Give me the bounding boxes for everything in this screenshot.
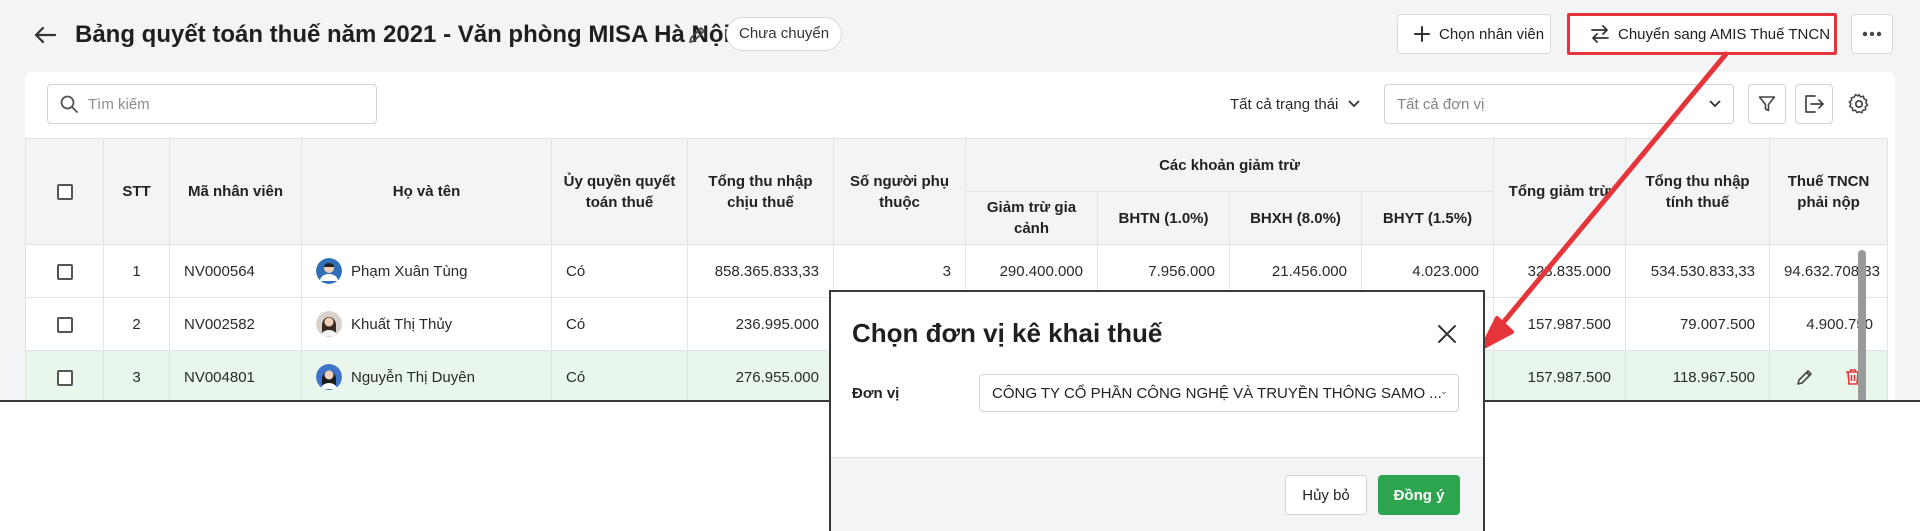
row-checkbox[interactable]	[56, 263, 73, 280]
cell-taxable-income: 79.007.500	[1625, 297, 1771, 351]
cell-taxable-income: 118.967.500	[1625, 350, 1771, 400]
employee-name: Phạm Xuân Tùng	[351, 262, 468, 280]
search-input[interactable]	[88, 95, 358, 113]
arrow-left-icon	[34, 26, 56, 44]
cell-authorized: Có	[551, 297, 688, 351]
gear-icon	[1848, 93, 1869, 114]
export-button[interactable]	[1795, 84, 1833, 124]
filter-button[interactable]	[1748, 84, 1786, 124]
choose-tax-unit-dialog: Chọn đơn vị kê khai thuế Đơn vị CÔNG TY …	[829, 290, 1485, 531]
cell-full-name: Nguyễn Thị Duyên	[301, 350, 552, 400]
dialog-footer: Hủy bỏ Đồng ý	[831, 457, 1483, 531]
vertical-scrollbar[interactable]	[1858, 250, 1866, 400]
row-checkbox[interactable]	[56, 316, 73, 333]
cell-total-deduction: 157.987.500	[1493, 297, 1627, 351]
settings-button[interactable]	[1840, 84, 1878, 124]
search-icon	[60, 95, 78, 113]
select-all-checkbox[interactable]	[56, 184, 73, 201]
header-deductions-group: Các khoản giảm trừ	[964, 138, 1495, 192]
back-button[interactable]	[30, 20, 60, 50]
export-icon	[1805, 95, 1824, 113]
transfer-label: Chuyển sang AMIS Thuế TNCN	[1618, 25, 1831, 43]
row-select[interactable]	[25, 297, 104, 351]
cell-tax-payable: 94.632.708,33	[1769, 244, 1889, 298]
header-bhxh: BHXH (8.0%)	[1229, 191, 1362, 245]
avatar	[316, 311, 342, 337]
cell-stt: 3	[103, 350, 170, 400]
cell-taxable-income: 534.530.833,33	[1625, 244, 1771, 298]
plus-icon	[1414, 26, 1430, 42]
header-bhtn: BHTN (1.0%)	[1097, 191, 1230, 245]
close-icon	[1438, 325, 1456, 343]
swap-arrows-icon	[1591, 25, 1609, 43]
dialog-title: Chọn đơn vị kê khai thuế	[852, 318, 1163, 348]
funnel-icon	[1758, 96, 1776, 112]
header-total-taxable-income: Tổng thu nhập chịu thuế	[687, 138, 834, 245]
cell-authorized: Có	[551, 244, 688, 298]
status-filter-label: Tất cả trạng thái	[1230, 95, 1339, 113]
header-taxable-income: Tổng thu nhập tính thuế	[1625, 138, 1771, 245]
cell-row-actions	[1769, 350, 1889, 400]
page-title: Bảng quyết toán thuế năm 2021 - Văn phòn…	[75, 21, 731, 48]
more-horizontal-icon	[1862, 31, 1882, 37]
unit-select[interactable]: CÔNG TY CỔ PHẦN CÔNG NGHỆ VÀ TRUYỀN THÔN…	[979, 374, 1459, 412]
avatar	[316, 258, 342, 284]
header-bhyt: BHYT (1.5%)	[1360, 191, 1495, 245]
cell-tax-payable: 4.900.750	[1769, 297, 1889, 351]
page-header: Bảng quyết toán thuế năm 2021 - Văn phòn…	[0, 0, 1920, 68]
cell-full-name: Phạm Xuân Tùng	[301, 244, 552, 298]
header-stt: STT	[103, 138, 170, 245]
header-employee-code: Mã nhân viên	[169, 138, 302, 245]
header-tax-payable: Thuế TNCN phải nộp	[1769, 138, 1889, 245]
cancel-button[interactable]: Hủy bỏ	[1285, 475, 1367, 515]
status-badge: Chưa chuyển	[726, 17, 843, 51]
cell-employee-code: NV004801	[169, 350, 302, 400]
cell-employee-code: NV002582	[169, 297, 302, 351]
close-dialog-button[interactable]	[1433, 320, 1461, 348]
unit-filter-dropdown[interactable]: Tất cả đơn vị	[1384, 84, 1734, 124]
pencil-icon	[689, 27, 705, 43]
cell-total-taxable-income: 236.995.000	[687, 297, 834, 351]
transfer-to-amis-button[interactable]: Chuyển sang AMIS Thuế TNCN	[1567, 13, 1837, 55]
edit-title-button[interactable]	[684, 22, 710, 48]
header-dependents: Số người phụ thuộc	[833, 138, 966, 245]
header-family-deduction: Giảm trừ gia cảnh	[965, 191, 1098, 245]
chevron-down-icon	[1709, 100, 1721, 108]
confirm-button[interactable]: Đồng ý	[1378, 475, 1460, 515]
header-authorized: Ủy quyền quyết toán thuế	[551, 138, 688, 245]
status-filter-dropdown[interactable]: Tất cả trạng thái	[1230, 88, 1361, 120]
employee-name: Khuất Thị Thủy	[351, 315, 453, 333]
cell-employee-code: NV000564	[169, 244, 302, 298]
search-box[interactable]	[47, 84, 377, 124]
unit-label: Đơn vị	[852, 385, 900, 402]
employee-name: Nguyễn Thị Duyên	[351, 368, 475, 386]
chevron-down-icon	[1441, 391, 1446, 395]
cell-stt: 2	[103, 297, 170, 351]
cell-stt: 1	[103, 244, 170, 298]
unit-select-value: CÔNG TY CỔ PHẦN CÔNG NGHỆ VÀ TRUYỀN THÔN…	[992, 384, 1442, 402]
more-options-button[interactable]	[1851, 14, 1893, 54]
cell-total-deduction: 323.835.000	[1493, 244, 1627, 298]
header-full-name: Họ và tên	[301, 138, 552, 245]
row-checkbox[interactable]	[56, 369, 73, 386]
edit-row-icon[interactable]	[1796, 368, 1814, 386]
header-select-all[interactable]	[25, 138, 104, 245]
row-select[interactable]	[25, 350, 104, 400]
chevron-down-icon	[1348, 100, 1361, 108]
cell-total-taxable-income: 276.955.000	[687, 350, 834, 400]
unit-filter-placeholder: Tất cả đơn vị	[1397, 95, 1485, 113]
header-total-deduction: Tổng giảm trừ	[1493, 138, 1627, 245]
row-select[interactable]	[25, 244, 104, 298]
cell-full-name: Khuất Thị Thủy	[301, 297, 552, 351]
choose-employee-button[interactable]: Chọn nhân viên	[1397, 14, 1551, 54]
choose-employee-label: Chọn nhân viên	[1439, 25, 1545, 43]
cell-total-deduction: 157.987.500	[1493, 350, 1627, 400]
cell-total-taxable-income: 858.365.833,33	[687, 244, 834, 298]
avatar	[316, 364, 342, 390]
cell-authorized: Có	[551, 350, 688, 400]
